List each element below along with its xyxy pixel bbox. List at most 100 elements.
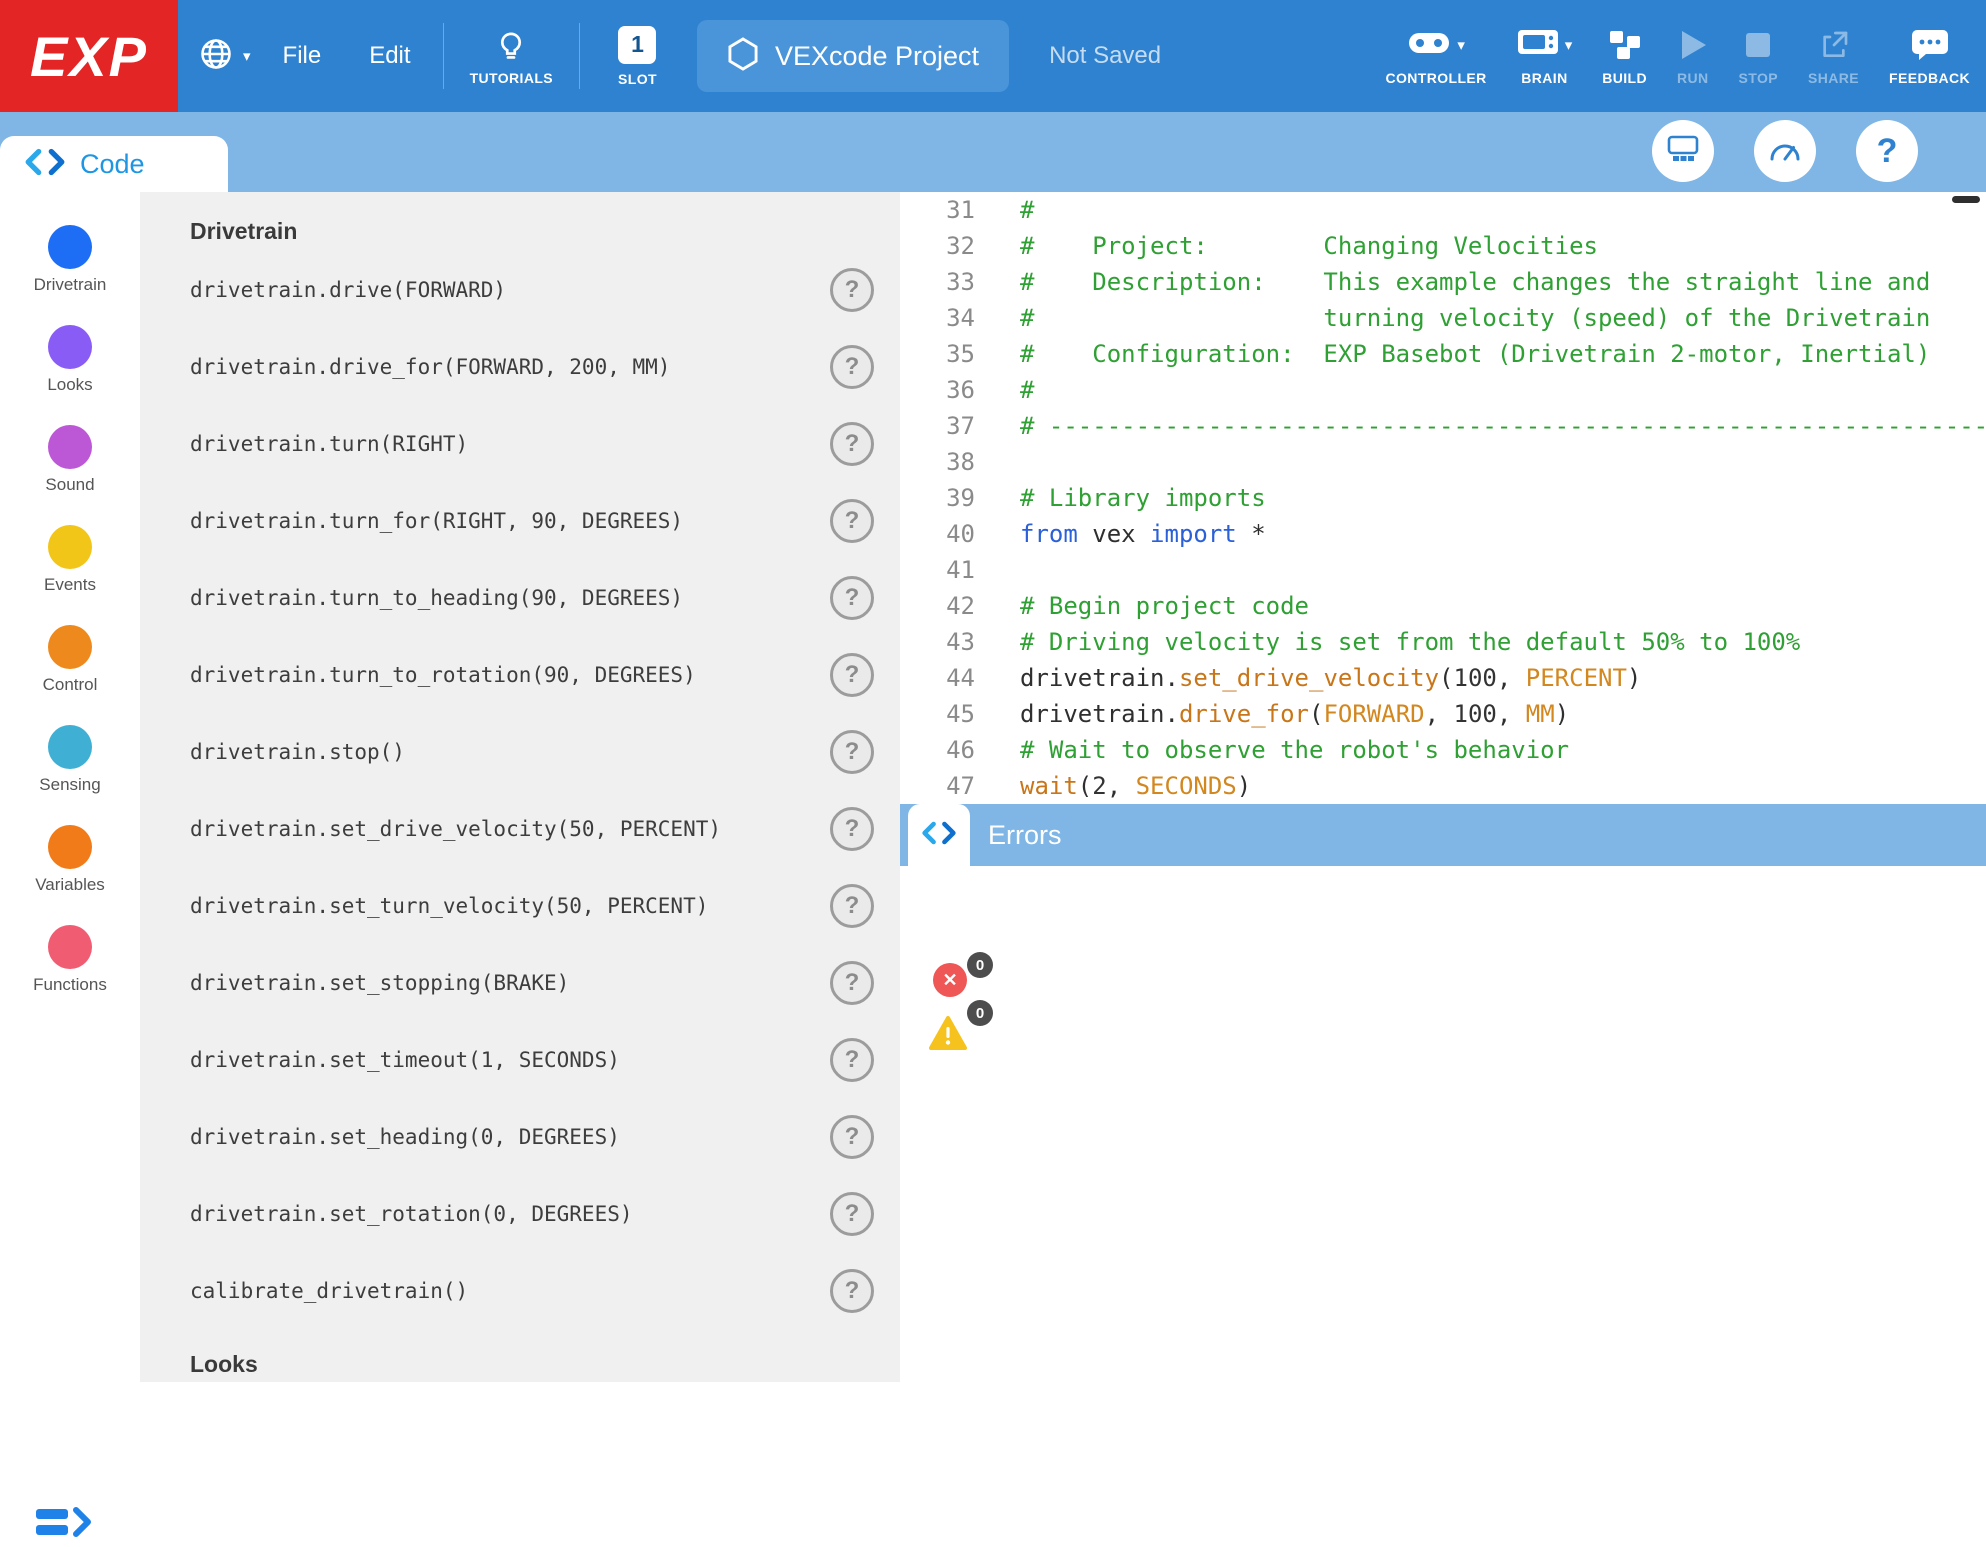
palette-command-row: drivetrain.set_turn_velocity(50, PERCENT… xyxy=(190,867,874,944)
code-line: 31 # xyxy=(900,192,1986,228)
command-help-button[interactable]: ? xyxy=(830,1269,874,1313)
command-help-button[interactable]: ? xyxy=(830,576,874,620)
palette-command[interactable]: drivetrain.turn(RIGHT) xyxy=(190,432,468,456)
hexagon-icon xyxy=(727,37,759,76)
line-content xyxy=(1020,552,1986,588)
project-title: VEXcode Project xyxy=(775,41,979,72)
palette-command[interactable]: drivetrain.turn_to_rotation(90, DEGREES) xyxy=(190,663,696,687)
brain-button[interactable]: ▾ BRAIN xyxy=(1517,27,1573,86)
editor-scrollbar-thumb[interactable] xyxy=(1952,196,1980,203)
code-tab-label: Code xyxy=(80,149,145,180)
command-help-button[interactable]: ? xyxy=(830,653,874,697)
palette-command[interactable]: drivetrain.stop() xyxy=(190,740,405,764)
command-help-button[interactable]: ? xyxy=(830,268,874,312)
sidebar-category[interactable]: Functions xyxy=(0,912,140,1012)
line-content: drivetrain.drive_for(FORWARD, 100, MM) xyxy=(1020,696,1986,732)
palette-command[interactable]: drivetrain.set_drive_velocity(50, PERCEN… xyxy=(190,817,721,841)
palette-command-row: drivetrain.drive(FORWARD) ? xyxy=(190,251,874,328)
category-color-dot xyxy=(48,925,92,969)
palette-command[interactable]: drivetrain.turn_for(RIGHT, 90, DEGREES) xyxy=(190,509,683,533)
tutorials-button[interactable]: TUTORIALS xyxy=(470,27,553,86)
share-export-icon xyxy=(1817,27,1851,63)
palette-command[interactable]: drivetrain.set_timeout(1, SECONDS) xyxy=(190,1048,620,1072)
chevron-down-icon: ▾ xyxy=(243,47,251,65)
palette-command[interactable]: drivetrain.turn_to_heading(90, DEGREES) xyxy=(190,586,683,610)
sidebar-category[interactable]: Looks xyxy=(0,312,140,412)
tab-code[interactable]: Code xyxy=(0,136,228,192)
sidebar-category[interactable]: Events xyxy=(0,512,140,612)
errors-tab[interactable] xyxy=(908,804,970,866)
palette-command-row: drivetrain.set_timeout(1, SECONDS) ? xyxy=(190,1021,874,1098)
toolbox-toggle-button[interactable] xyxy=(34,1502,94,1547)
sidebar-category[interactable]: Control xyxy=(0,612,140,712)
feedback-label: FEEDBACK xyxy=(1889,70,1970,86)
line-number: 41 xyxy=(900,552,1020,588)
run-button[interactable]: RUN xyxy=(1677,27,1709,86)
controller-label: CONTROLLER xyxy=(1385,70,1486,86)
code-editor[interactable]: 31 # 32 # Project: Changing Velocities 3… xyxy=(900,192,1986,804)
share-label: SHARE xyxy=(1808,70,1859,86)
slot-button[interactable]: 1 SLOT xyxy=(618,26,657,87)
category-label: Looks xyxy=(47,375,92,395)
command-help-button[interactable]: ? xyxy=(830,345,874,389)
warning-count-icon[interactable] xyxy=(928,1015,968,1056)
code-line: 32 # Project: Changing Velocities xyxy=(900,228,1986,264)
palette-command[interactable]: drivetrain.set_rotation(0, DEGREES) xyxy=(190,1202,633,1226)
command-help-button[interactable]: ? xyxy=(830,422,874,466)
palette-command[interactable]: drivetrain.set_stopping(BRAKE) xyxy=(190,971,569,995)
line-content: # Configuration: EXP Basebot (Drivetrain… xyxy=(1020,336,1986,372)
share-button[interactable]: SHARE xyxy=(1808,27,1859,86)
code-line: 45 drivetrain.drive_for(FORWARD, 100, MM… xyxy=(900,696,1986,732)
play-icon xyxy=(1678,27,1708,63)
menu-file[interactable]: File xyxy=(259,0,346,112)
device-manager-button[interactable] xyxy=(1652,120,1714,182)
toolbox-toggle-icon xyxy=(34,1502,94,1542)
palette-command[interactable]: calibrate_drivetrain() xyxy=(190,1279,468,1303)
controller-button[interactable]: ▾ CONTROLLER xyxy=(1385,27,1486,86)
chevron-down-icon: ▾ xyxy=(1457,36,1465,54)
errors-header: Errors xyxy=(900,804,1986,866)
code-lines: 31 # 32 # Project: Changing Velocities 3… xyxy=(900,192,1986,804)
stop-button[interactable]: STOP xyxy=(1739,27,1778,86)
line-number: 42 xyxy=(900,588,1020,624)
palette-command-row: calibrate_drivetrain() ? xyxy=(190,1252,874,1329)
command-help-button[interactable]: ? xyxy=(830,1038,874,1082)
build-blocks-icon xyxy=(1606,27,1644,63)
sidebar-category[interactable]: Variables xyxy=(0,812,140,912)
command-help-button[interactable]: ? xyxy=(830,807,874,851)
help-button[interactable]: ? xyxy=(1856,120,1918,182)
command-help-button[interactable]: ? xyxy=(830,884,874,928)
line-number: 33 xyxy=(900,264,1020,300)
command-help-button[interactable]: ? xyxy=(830,1115,874,1159)
build-button[interactable]: BUILD xyxy=(1602,27,1647,86)
sidebar-category[interactable]: Sensing xyxy=(0,712,140,812)
palette-command[interactable]: drivetrain.set_turn_velocity(50, PERCENT… xyxy=(190,894,708,918)
code-line: 43 # Driving velocity is set from the de… xyxy=(900,624,1986,660)
command-help-button[interactable]: ? xyxy=(830,499,874,543)
palette-command[interactable]: drivetrain.set_heading(0, DEGREES) xyxy=(190,1125,620,1149)
line-content: # --------------------------------------… xyxy=(1020,408,1986,444)
run-label: RUN xyxy=(1677,70,1709,86)
monitor-dashboard-button[interactable] xyxy=(1754,120,1816,182)
language-globe-button[interactable]: ▾ xyxy=(198,36,251,77)
menu-edit[interactable]: Edit xyxy=(345,0,434,112)
sidebar-category[interactable]: Drivetrain xyxy=(0,212,140,312)
code-line: 36 # xyxy=(900,372,1986,408)
command-help-button[interactable]: ? xyxy=(830,961,874,1005)
sidebar-category[interactable]: Sound xyxy=(0,412,140,512)
feedback-button[interactable]: FEEDBACK xyxy=(1889,27,1970,86)
command-help-button[interactable]: ? xyxy=(830,730,874,774)
line-content: wait(2, SECONDS) xyxy=(1020,768,1986,804)
palette-next-section-title: Looks xyxy=(190,1351,874,1378)
project-title-pill[interactable]: VEXcode Project xyxy=(697,20,1009,92)
command-help-button[interactable]: ? xyxy=(830,1192,874,1236)
error-count-icon[interactable]: ✕ xyxy=(933,963,967,997)
category-color-dot xyxy=(48,625,92,669)
palette-command[interactable]: drivetrain.drive_for(FORWARD, 200, MM) xyxy=(190,355,670,379)
line-content: # Wait to observe the robot's behavior xyxy=(1020,732,1986,768)
line-content: # Begin project code xyxy=(1020,588,1986,624)
device-manager-icon xyxy=(1666,134,1700,169)
code-line: 47 wait(2, SECONDS) xyxy=(900,768,1986,804)
palette-command[interactable]: drivetrain.drive(FORWARD) xyxy=(190,278,506,302)
palette-command-row: drivetrain.set_rotation(0, DEGREES) ? xyxy=(190,1175,874,1252)
